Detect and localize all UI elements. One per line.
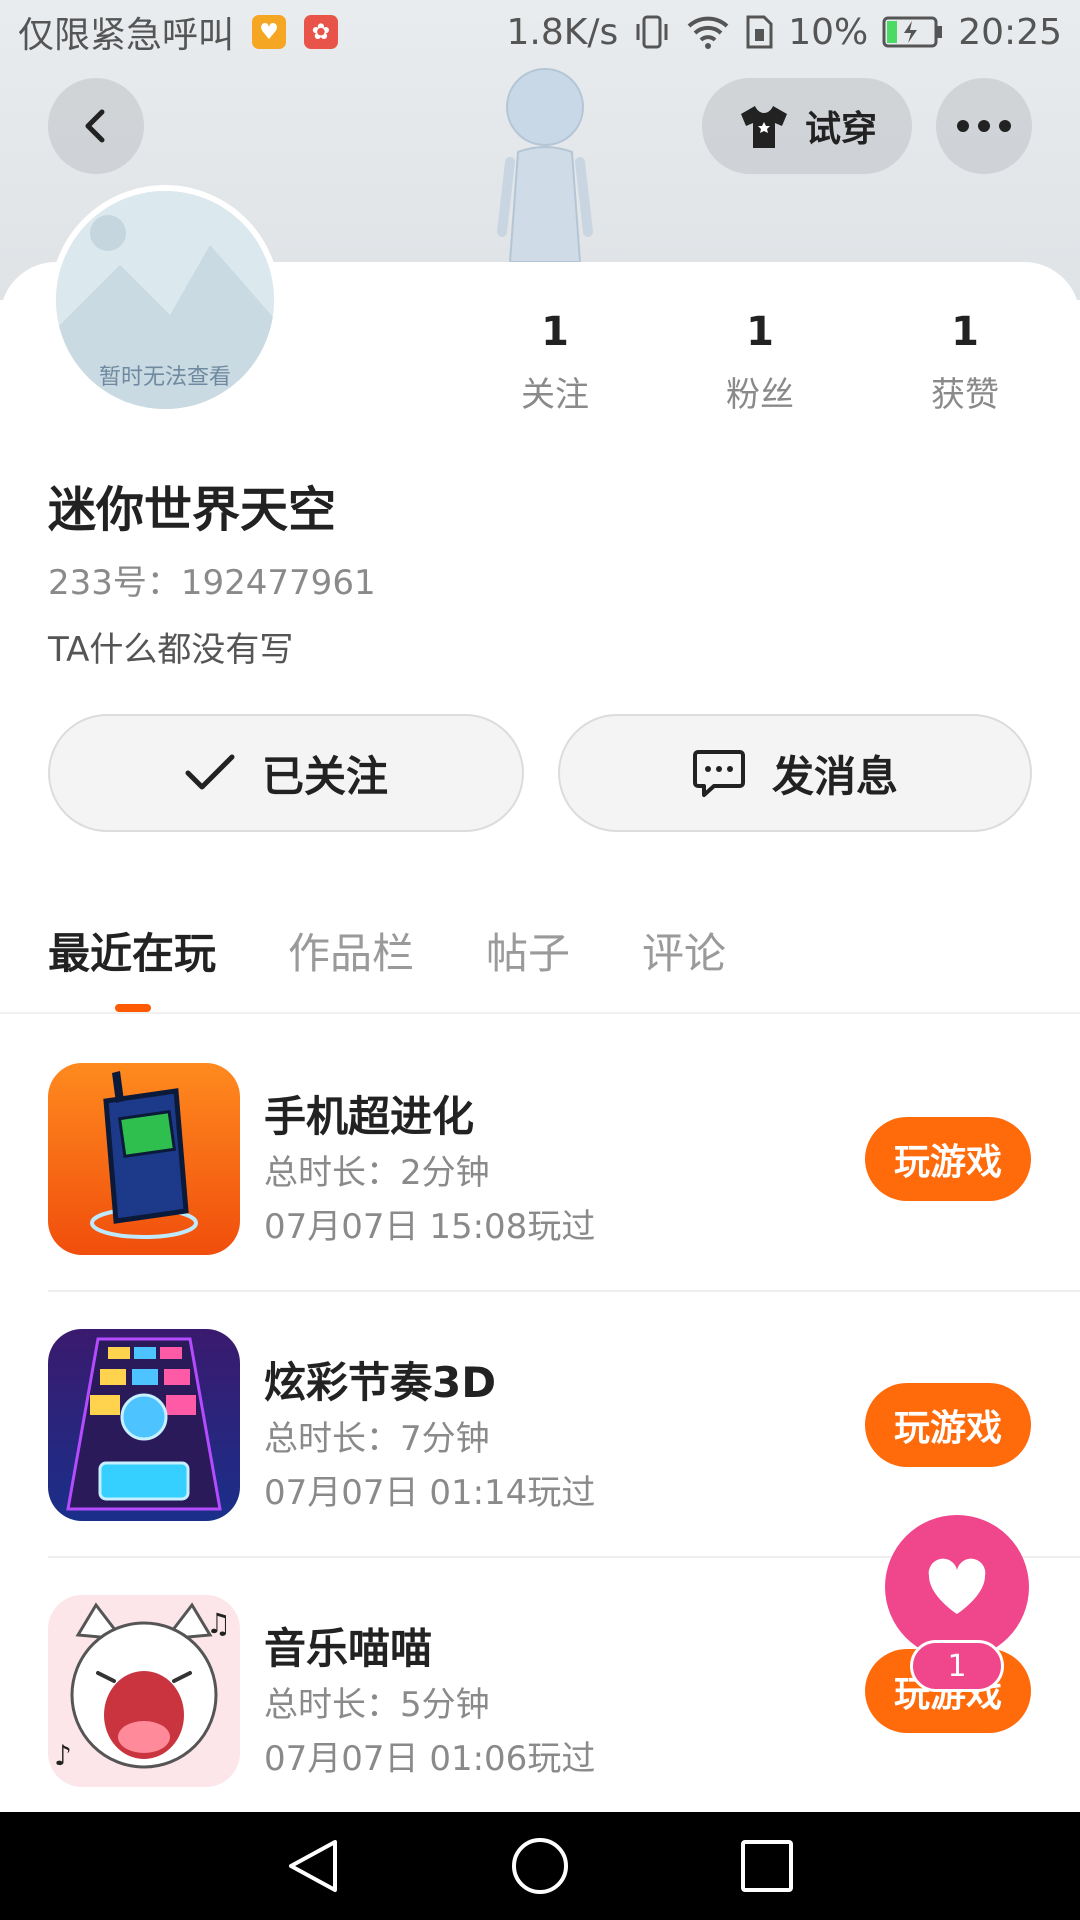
heart-icon (928, 1558, 986, 1614)
carrier-text: 仅限紧急呼叫 (18, 15, 235, 56)
wifi-icon (687, 16, 729, 49)
like-count-badge: 1 (910, 1640, 1004, 1692)
try-on-button[interactable]: 试穿 (702, 78, 912, 174)
svg-text:♪: ♪ (54, 1739, 72, 1772)
user-nickname: 迷你世界天空 (48, 482, 337, 538)
likes-label: 获赞 (931, 375, 999, 415)
tab-posts[interactable]: 帖子 (486, 920, 570, 1010)
nav-back-icon[interactable] (285, 1836, 341, 1896)
followers-label: 粉丝 (726, 375, 794, 415)
chat-bubble-icon (692, 750, 745, 797)
try-on-label: 试穿 (804, 109, 877, 150)
shirt-icon (740, 106, 787, 148)
stat-following[interactable]: 1 关注 (480, 305, 630, 416)
network-speed-text: 1.8K/s (506, 11, 619, 53)
nav-home-icon[interactable] (510, 1836, 570, 1896)
tab-recently-played[interactable]: 最近在玩 (48, 920, 216, 1010)
followed-button[interactable]: 已关注 (48, 714, 524, 832)
tab-comments[interactable]: 评论 (642, 920, 726, 1010)
game-icon-phone-evolution (48, 1063, 240, 1255)
tabs-divider (0, 1012, 1080, 1014)
game-last-played: 07月07日 01:06玩过 (264, 1739, 596, 1779)
status-bar: 仅限紧急呼叫 ♥ ✿ 1.8K/s 10% 20:25 (0, 0, 1080, 64)
dressup-avatar-figure (497, 68, 593, 262)
active-tab-indicator (115, 1004, 151, 1012)
chevron-left-icon (85, 109, 105, 143)
game-icon-rhythm-3d (48, 1329, 240, 1521)
play-game-button[interactable]: 玩游戏 (865, 1117, 1031, 1201)
like-floating-button[interactable] (885, 1515, 1029, 1659)
system-navigation-bar (0, 1812, 1080, 1920)
clock-text: 20:25 (958, 11, 1062, 53)
vibrate-icon (636, 15, 668, 49)
status-bar-left: 仅限紧急呼叫 ♥ ✿ (18, 6, 339, 58)
stat-likes[interactable]: 1 获赞 (890, 305, 1040, 416)
stat-followers[interactable]: 1 粉丝 (685, 305, 835, 416)
battery-percent: 10% (788, 11, 869, 53)
sim-icon (746, 15, 773, 49)
game-total-duration: 总时长：7分钟 (264, 1419, 490, 1459)
user-id: 233号：192477961 (48, 563, 376, 603)
game-last-played: 07月07日 01:14玩过 (264, 1473, 596, 1513)
avatar-placeholder-text: 暂时无法查看 (98, 365, 231, 390)
send-message-label: 发消息 (771, 751, 898, 801)
battery-charging-icon (882, 16, 943, 48)
send-message-button[interactable]: 发消息 (558, 714, 1032, 832)
stats-row: 1 关注 1 粉丝 1 获赞 (480, 305, 1040, 416)
game-total-duration: 总时长：2分钟 (264, 1153, 490, 1193)
followers-count: 1 (746, 309, 774, 355)
user-avatar[interactable]: 暂时无法查看 (50, 185, 280, 415)
likes-count: 1 (951, 309, 979, 355)
following-count: 1 (541, 309, 569, 355)
more-dots-icon (957, 120, 1011, 132)
followed-label: 已关注 (261, 751, 388, 801)
game-icon-music-cat: ♫ ♪ (48, 1595, 240, 1787)
huawei-app-icon: ✿ (304, 15, 339, 49)
game-title: 手机超进化 (264, 1092, 475, 1141)
game-total-duration: 总时长：5分钟 (264, 1685, 490, 1725)
more-options-button[interactable] (936, 78, 1032, 174)
game-title: 炫彩节奏3D (264, 1358, 497, 1407)
game-title: 音乐喵喵 (264, 1624, 433, 1673)
game-last-played: 07月07日 15:08玩过 (264, 1207, 596, 1247)
profile-tabs: 最近在玩 作品栏 帖子 评论 (48, 920, 726, 1010)
row-divider (48, 1290, 1080, 1292)
user-bio: TA什么都没有写 (48, 630, 294, 670)
back-button[interactable] (48, 78, 144, 174)
checkmark-icon (185, 754, 235, 790)
health-app-icon: ♥ (252, 15, 287, 49)
nav-recents-icon[interactable] (739, 1838, 795, 1894)
svg-text:♫: ♫ (206, 1607, 231, 1640)
play-game-button[interactable]: 玩游戏 (865, 1383, 1031, 1467)
status-bar-right: 1.8K/s 10% 20:25 (506, 12, 1062, 53)
tab-works[interactable]: 作品栏 (288, 920, 414, 1010)
following-label: 关注 (521, 375, 589, 415)
